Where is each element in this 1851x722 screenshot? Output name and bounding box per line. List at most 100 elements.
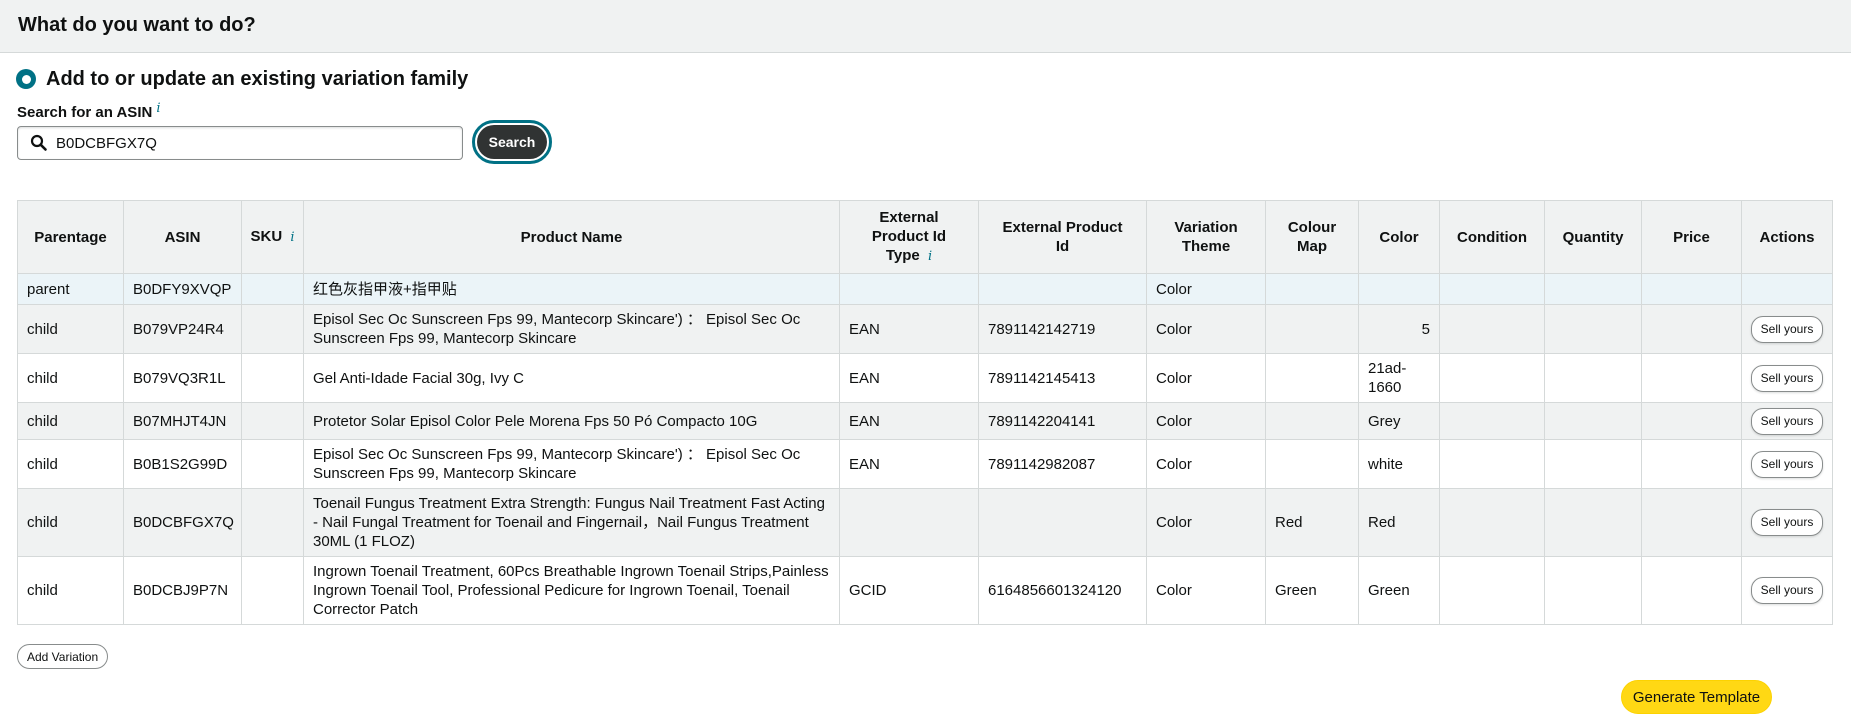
sku-header-text: SKU [250,228,283,245]
cell-variation-theme: Color [1146,556,1266,625]
cell-sku[interactable] [241,556,304,625]
cell-product-name: Ingrown Toenail Treatment, 60Pcs Breatha… [303,556,840,625]
ext-id-type-info-icon[interactable]: i [928,249,932,264]
cell-price [1641,439,1742,489]
sku-info-icon[interactable]: i [290,230,294,245]
table-row: child B07MHJT4JN Protetor Solar Episol C… [17,402,1833,440]
sell-yours-button[interactable]: Sell yours [1750,407,1824,435]
ext-id-type-line1: External [879,209,939,226]
column-header-condition: Condition [1439,200,1545,274]
table-header-row: Parentage ASIN SKU i Product Name Extern… [17,200,1833,274]
cell-ext-id: 7891142145413 [978,353,1147,403]
variation-option[interactable]: Add to or update an existing variation f… [16,66,468,92]
cell-ext-id: 6164856601324120 [978,556,1147,625]
cell-colour-map: Red [1265,488,1359,557]
sell-yours-button[interactable]: Sell yours [1750,450,1824,478]
cell-variation-theme: Color [1146,353,1266,403]
search-icon [30,134,48,152]
cell-product-name: Episol Sec Oc Sunscreen Fps 99, Mantecor… [303,304,840,354]
sell-yours-button[interactable]: Sell yours [1750,315,1824,343]
cell-asin: B079VP24R4 [123,304,242,354]
add-variation-button[interactable]: Add Variation [17,644,109,669]
cell-actions: Sell yours [1741,353,1833,403]
cell-quantity [1544,488,1642,557]
option-label: Add to or update an existing variation f… [46,67,469,90]
table-row: child B0B1S2G99D Episol Sec Oc Sunscreen… [17,439,1833,489]
search-label: Search for an ASIN i [17,101,161,121]
cell-sku[interactable] [241,439,304,489]
cell-color: Red [1358,488,1440,557]
cell-sku[interactable] [241,488,304,557]
sell-yours-button[interactable]: Sell yours [1750,509,1824,536]
cell-colour-map [1265,439,1359,489]
cell-parentage: parent [17,273,124,305]
cell-colour-map: Green [1265,556,1359,625]
cell-quantity [1544,304,1642,354]
column-header-quantity: Quantity [1544,200,1642,274]
cell-variation-theme: Color [1146,402,1266,440]
cell-sku[interactable] [241,402,304,440]
cell-ext-id-type: EAN [839,439,979,489]
search-field[interactable] [17,126,463,160]
cell-ext-id-type: EAN [839,353,979,403]
column-header-product-name: Product Name [303,200,840,274]
cell-asin: B079VQ3R1L [123,353,242,403]
search-input[interactable] [56,134,436,152]
column-header-sku: SKU i [241,200,304,274]
ext-id-line2: Id [1055,238,1070,255]
search-button[interactable]: Search [477,125,547,159]
cell-condition [1439,353,1545,403]
cell-color: Grey [1358,402,1440,440]
cell-actions: Sell yours [1741,556,1833,625]
variation-theme-line2: Theme [1181,238,1231,255]
cell-price [1641,402,1742,440]
cell-variation-theme: Color [1146,439,1266,489]
variation-table-container: Parentage ASIN SKU i Product Name Extern… [17,200,1833,625]
cell-color: Green [1358,556,1440,625]
column-header-ext-id: External Product Id [978,200,1147,274]
sell-yours-button[interactable]: Sell yours [1750,364,1824,392]
cell-price [1641,304,1742,354]
search-label-text: Search for an ASIN [17,104,153,121]
ext-id-type-line3: Type [885,247,920,264]
variation-table: Parentage ASIN SKU i Product Name Extern… [17,200,1833,625]
colour-map-line2: Map [1297,238,1327,255]
cell-asin: B07MHJT4JN [123,402,242,440]
page-header: What do you want to do? [0,0,1851,53]
cell-actions: Sell yours [1741,304,1833,354]
cell-condition [1439,304,1545,354]
cell-condition [1439,439,1545,489]
cell-actions: Sell yours [1741,488,1833,557]
cell-ext-id-type: EAN [839,402,979,440]
sell-yours-button[interactable]: Sell yours [1750,577,1824,604]
cell-colour-map [1265,304,1359,354]
table-row: child B0DCBJ9P7N Ingrown Toenail Treatme… [17,556,1833,625]
cell-ext-id-type: GCID [839,556,979,625]
cell-price [1641,273,1742,305]
cell-parentage: child [17,304,124,354]
cell-sku[interactable] [241,304,304,354]
cell-color: white [1358,439,1440,489]
cell-sku[interactable] [241,273,304,305]
cell-sku[interactable] [241,353,304,403]
cell-variation-theme: Color [1146,488,1266,557]
ext-id-line1: External Product [1002,219,1123,236]
colour-map-line1: Colour [1287,219,1337,236]
option-radio[interactable] [16,69,36,89]
cell-color [1358,273,1440,305]
cell-variation-theme: Color [1146,304,1266,354]
cell-quantity [1544,402,1642,440]
cell-product-name: 红色灰指甲液+指甲贴 [303,273,840,305]
column-header-asin: ASIN [123,200,242,274]
search-button-focus-ring: Search [472,120,552,164]
info-icon[interactable]: i [156,101,160,116]
cell-product-name: Gel Anti-Idade Facial 30g, Ivy C [303,353,840,403]
table-row-parent: parent B0DFY9XVQP 红色灰指甲液+指甲贴 Color [17,273,1833,305]
cell-color: 21ad-1660 [1358,353,1440,403]
generate-template-button[interactable]: Generate Template [1621,680,1772,714]
cell-actions: Sell yours [1741,439,1833,489]
table-row: child B079VQ3R1L Gel Anti-Idade Facial 3… [17,353,1833,403]
cell-actions [1741,273,1833,305]
column-header-variation-theme: Variation Theme [1146,200,1266,274]
cell-ext-id: 7891142982087 [978,439,1147,489]
